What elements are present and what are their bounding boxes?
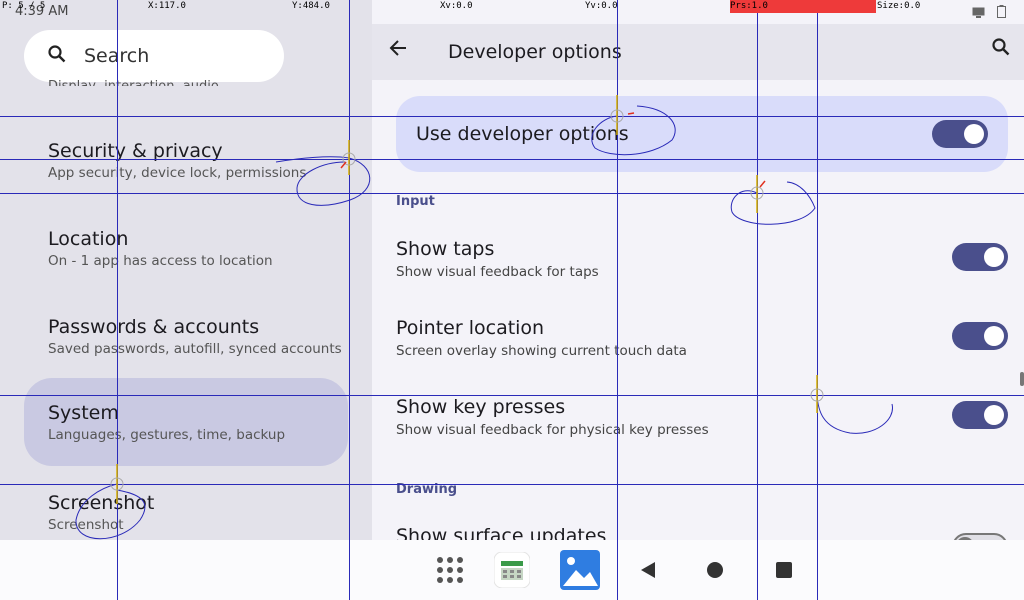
settings-item-subtitle: Saved passwords, autofill, synced accoun… [48,340,342,357]
settings-list-pane: Search Display, interaction, audio Secur… [0,0,372,540]
settings-item-display-cut[interactable]: Display, interaction, audio [48,72,219,86]
search-icon[interactable] [992,37,1010,61]
pref-subtitle: Show visual feedback for taps [396,264,599,280]
pointer-location-toggle[interactable] [952,322,1008,350]
overlay-xv: Xv:0.0 [440,1,473,11]
settings-item-system[interactable]: System Languages, gestures, time, backup [24,378,348,466]
show-key-presses-toggle[interactable] [952,401,1008,429]
overlay-x: X:117.0 [148,1,186,11]
pref-title: Show taps [396,238,495,260]
developer-options-pane: Developer options Use developer options … [372,0,1024,540]
calculator-app-icon[interactable] [492,550,532,590]
pref-title: Show surface updates [396,525,607,540]
back-arrow-icon[interactable] [388,38,408,64]
pointer-crosshair-v [757,0,758,600]
overlay-pointer-count: P: 5 / 5 [2,1,46,11]
section-header-input: Input [396,194,435,209]
taskbar [0,540,1024,600]
settings-item-subtitle: App security, device lock, permissions [48,164,307,181]
pref-pointer-location[interactable]: Pointer location Screen overlay showing … [396,317,1008,359]
pref-title: Show key presses [396,396,566,418]
overlay-size: Size:0.0 [877,1,921,11]
show-taps-toggle[interactable] [952,243,1008,271]
settings-item-subtitle: On - 1 app has access to location [48,252,273,269]
page-title: Developer options [448,41,622,63]
settings-item-title: Passwords & accounts [48,315,260,338]
pref-subtitle: Screen overlay showing current touch dat… [396,343,687,359]
pointer-crosshair-h [0,159,1024,160]
settings-item-passwords-accounts[interactable]: Passwords & accounts Saved passwords, au… [24,292,348,380]
settings-item-location[interactable]: Location On - 1 app has access to locati… [24,204,348,292]
home-icon[interactable] [703,550,727,590]
pointer-crosshair-v [617,0,618,600]
pref-show-taps[interactable]: Show taps Show visual feedback for taps [396,238,1008,280]
overlay-pressure: Prs:1.0 [730,0,876,13]
pointer-crosshair-v [349,0,350,600]
pointer-location-overlay: P: 5 / 5 X:117.0 Y:484.0 Xv:0.0 Yv:0.0 P… [0,0,1024,13]
scrollbar-thumb[interactable] [1020,372,1024,386]
pointer-crosshair-h [0,193,1024,194]
settings-item-title: System [48,401,119,424]
use-developer-options-toggle[interactable] [932,120,988,148]
settings-item-title: Screenshot [48,491,155,514]
pref-title: Pointer location [396,317,545,339]
settings-item-subtitle: Screenshot [48,516,124,533]
pointer-crosshair-h [0,484,1024,485]
search-icon [48,44,66,68]
recents-icon[interactable] [772,550,796,590]
app-drawer-icon[interactable] [432,550,468,590]
pref-show-surface-updates[interactable]: Show surface updates [396,525,1008,540]
overlay-y: Y:484.0 [292,1,330,11]
app-bar: Developer options [372,24,1024,80]
settings-item-screenshot[interactable]: Screenshot Screenshot [24,468,348,540]
pref-subtitle: Show visual feedback for physical key pr… [396,422,709,438]
show-surface-updates-toggle[interactable] [952,533,1008,540]
gallery-app-icon[interactable] [560,550,600,590]
pointer-crosshair-v [817,0,818,600]
settings-item-title: Location [48,227,129,250]
pointer-crosshair-v [117,0,118,600]
pref-show-key-presses[interactable]: Show key presses Show visual feedback fo… [396,396,1008,438]
back-icon[interactable] [636,550,660,590]
settings-item-security-privacy[interactable]: Security & privacy App security, device … [24,116,348,204]
overlay-yv: Yv:0.0 [585,1,618,11]
use-developer-options-label: Use developer options [416,123,629,145]
pointer-crosshair-h [0,116,1024,117]
pointer-crosshair-h [0,395,1024,396]
settings-item-subtitle: Languages, gestures, time, backup [48,426,286,443]
use-developer-options-card[interactable]: Use developer options [396,96,1008,172]
